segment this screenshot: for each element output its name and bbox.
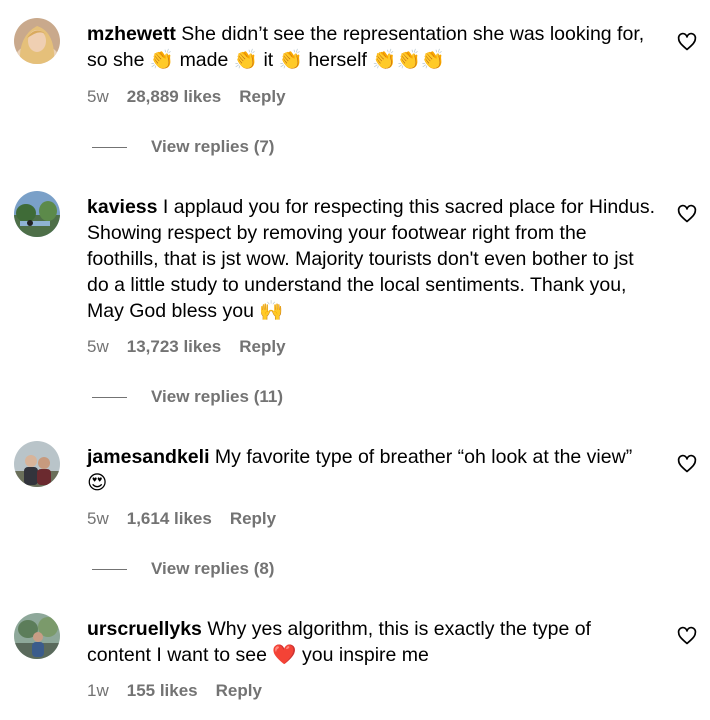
timestamp: 1w <box>87 681 109 700</box>
divider-line <box>92 397 127 399</box>
username[interactable]: kaviess <box>87 196 158 218</box>
likes-count[interactable]: 13,723 likes <box>127 337 222 357</box>
divider-line <box>92 147 127 149</box>
heart-outline-icon[interactable] <box>677 626 697 646</box>
heart-outline-icon[interactable] <box>677 204 697 224</box>
comment-meta: 5w 28,889 likes Reply <box>87 87 286 107</box>
avatar[interactable] <box>14 191 60 237</box>
view-replies-label: View replies (8) <box>151 559 275 578</box>
reply-button[interactable]: Reply <box>216 681 262 701</box>
likes-count[interactable]: 1,614 likes <box>127 509 212 529</box>
username[interactable]: jamesandkeli <box>87 446 209 468</box>
comment-meta: 5w 1,614 likes Reply <box>87 509 276 529</box>
heart-outline-icon[interactable] <box>677 32 697 52</box>
timestamp: 5w <box>87 337 109 356</box>
comment-text: kaviess I applaud you for respecting thi… <box>87 194 657 324</box>
view-replies-button[interactable]: View replies (8) <box>92 559 274 579</box>
view-replies-label: View replies (7) <box>151 137 275 156</box>
heart-outline-icon[interactable] <box>677 454 697 474</box>
reply-button[interactable]: Reply <box>239 337 285 357</box>
likes-count[interactable]: 155 likes <box>127 681 198 701</box>
likes-count[interactable]: 28,889 likes <box>127 87 222 107</box>
view-replies-button[interactable]: View replies (7) <box>92 137 274 157</box>
comment-text: urscruellyks Why yes algorithm, this is … <box>87 616 657 668</box>
avatar[interactable] <box>14 613 60 659</box>
avatar[interactable] <box>14 18 60 64</box>
reply-button[interactable]: Reply <box>239 87 285 107</box>
comment-body: I applaud you for respecting this sacred… <box>87 196 656 322</box>
timestamp: 5w <box>87 509 109 528</box>
username[interactable]: mzhewett <box>87 23 176 45</box>
divider-line <box>92 569 127 571</box>
timestamp: 5w <box>87 87 109 106</box>
comment-meta: 5w 13,723 likes Reply <box>87 337 286 357</box>
username[interactable]: urscruellyks <box>87 618 202 640</box>
comment-text: jamesandkeli My favorite type of breathe… <box>87 444 657 496</box>
avatar[interactable] <box>14 441 60 487</box>
reply-button[interactable]: Reply <box>230 509 276 529</box>
view-replies-label: View replies (11) <box>151 387 283 406</box>
view-replies-button[interactable]: View replies (11) <box>92 387 283 407</box>
comment-text: mzhewett She didn’t see the representati… <box>87 21 657 73</box>
comment-meta: 1w 155 likes Reply <box>87 681 262 701</box>
